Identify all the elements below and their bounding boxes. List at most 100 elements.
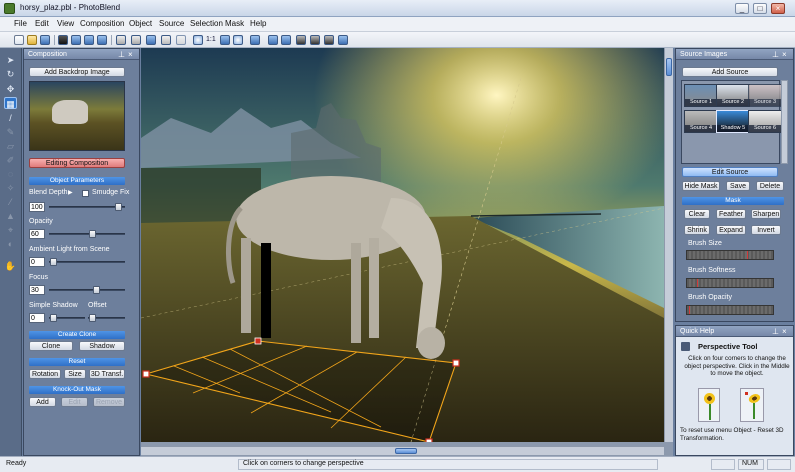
- print-icon[interactable]: [116, 35, 126, 45]
- eraser-tool-icon[interactable]: ▱: [4, 140, 17, 152]
- reset-3d-transform-button[interactable]: 3D Transf.: [89, 369, 125, 379]
- menu-file[interactable]: File: [14, 19, 27, 28]
- simple-shadow-input[interactable]: 0: [29, 313, 45, 323]
- ambient-light-slider[interactable]: [49, 257, 125, 267]
- align-left-icon[interactable]: [268, 35, 278, 45]
- preview-icon[interactable]: [131, 35, 141, 45]
- shadow-offset-slider[interactable]: [88, 313, 125, 323]
- zoom-out-icon[interactable]: [233, 35, 243, 45]
- brush-opacity-slider[interactable]: [686, 305, 774, 315]
- blend-depth-slider[interactable]: [49, 202, 125, 212]
- move-tool-icon[interactable]: ✥: [4, 83, 17, 95]
- menu-view[interactable]: View: [57, 19, 74, 28]
- image-copy-icon[interactable]: [97, 35, 107, 45]
- arrow-tool-icon[interactable]: ➤: [4, 54, 17, 66]
- editing-composition-button[interactable]: Editing Composition: [29, 158, 125, 168]
- smudge-fix-checkbox[interactable]: [82, 190, 89, 197]
- perspective-handle[interactable]: [425, 438, 433, 442]
- pin-icon[interactable]: ⊥: [772, 49, 779, 60]
- hand-tool-icon[interactable]: ✋: [4, 260, 17, 272]
- zoom-1-1-label[interactable]: 1:1: [206, 36, 216, 43]
- menu-edit[interactable]: Edit: [35, 19, 49, 28]
- pin-icon[interactable]: ⊥: [772, 326, 779, 337]
- sharpen-mask-button[interactable]: Sharpen: [751, 209, 781, 219]
- canvas-vertical-scrollbar[interactable]: [664, 48, 673, 442]
- camera-icon[interactable]: [58, 35, 68, 45]
- zoom-fit-icon[interactable]: [220, 35, 230, 45]
- close-icon[interactable]: ×: [128, 49, 133, 60]
- eyedropper-tool-icon[interactable]: ⁄: [4, 196, 17, 208]
- undo-icon[interactable]: [161, 35, 171, 45]
- brush-tool-icon[interactable]: /: [4, 112, 17, 124]
- perspective-tool-icon[interactable]: ▦: [4, 97, 17, 109]
- thumbnails-scrollbar[interactable]: [781, 80, 788, 164]
- move-icon[interactable]: [250, 35, 260, 45]
- perspective-handle[interactable]: [142, 370, 150, 378]
- focus-input[interactable]: 30: [29, 285, 45, 295]
- invert-mask-button[interactable]: Invert: [751, 225, 781, 235]
- save-source-button[interactable]: Save: [726, 181, 750, 191]
- maximize-button[interactable]: □: [753, 3, 767, 14]
- menu-help[interactable]: Help: [250, 19, 266, 28]
- close-icon[interactable]: ×: [782, 326, 787, 337]
- focus-slider[interactable]: [49, 285, 125, 295]
- menu-selection[interactable]: Selection: [190, 19, 223, 28]
- source-thumbnail[interactable]: Source 4: [684, 110, 718, 133]
- simple-shadow-slider[interactable]: [49, 313, 85, 323]
- align-right-icon[interactable]: [281, 35, 291, 45]
- wand-tool-icon[interactable]: ✧: [4, 182, 17, 194]
- image-source-icon[interactable]: [84, 35, 94, 45]
- redo-icon[interactable]: [176, 35, 186, 45]
- menu-composition[interactable]: Composition: [80, 19, 124, 28]
- close-icon[interactable]: ×: [782, 49, 787, 60]
- pin-icon[interactable]: ⊥: [118, 49, 125, 60]
- menu-object[interactable]: Object: [129, 19, 152, 28]
- backdrop-thumbnail[interactable]: [29, 81, 125, 151]
- perspective-handle[interactable]: [254, 337, 262, 345]
- zoom-in-icon[interactable]: [193, 35, 203, 45]
- help-icon[interactable]: [338, 35, 348, 45]
- image-add-icon[interactable]: [71, 35, 81, 45]
- hide-mask-button[interactable]: Hide Mask: [682, 181, 720, 191]
- canvas-horizontal-scrollbar[interactable]: [141, 446, 664, 455]
- layer-top-icon[interactable]: [324, 35, 334, 45]
- clone-button[interactable]: Clone: [29, 341, 73, 351]
- export-icon[interactable]: [146, 35, 156, 45]
- brush-softness-slider[interactable]: [686, 278, 774, 288]
- reset-rotation-button[interactable]: Rotation: [29, 369, 61, 379]
- source-thumbnail-selected[interactable]: Shadow 5: [716, 110, 750, 133]
- menu-source[interactable]: Source: [159, 19, 184, 28]
- clone-tool-icon[interactable]: ⌖: [4, 224, 17, 236]
- vertical-scroll-thumb[interactable]: [666, 58, 672, 76]
- reset-size-button[interactable]: Size: [64, 369, 86, 379]
- add-mask-button[interactable]: Add: [29, 397, 56, 407]
- composition-canvas[interactable]: [141, 48, 664, 442]
- opacity-slider[interactable]: [49, 229, 125, 239]
- edit-mask-button[interactable]: Edit: [61, 397, 88, 407]
- close-button[interactable]: ×: [771, 3, 785, 14]
- open-folder-icon[interactable]: [27, 35, 37, 45]
- shrink-mask-button[interactable]: Shrink: [684, 225, 710, 235]
- source-thumbnail[interactable]: Source 2: [716, 84, 750, 107]
- blur-tool-icon[interactable]: ◐: [4, 238, 17, 250]
- layer-down-icon[interactable]: [310, 35, 320, 45]
- add-backdrop-button[interactable]: Add Backdrop Image: [29, 67, 125, 77]
- menu-mask[interactable]: Mask: [225, 19, 244, 28]
- horizontal-scroll-thumb[interactable]: [395, 448, 417, 454]
- add-source-button[interactable]: Add Source: [682, 67, 778, 77]
- shadow-button[interactable]: Shadow: [79, 341, 125, 351]
- smudge-tool-icon[interactable]: ✐: [4, 154, 17, 166]
- remove-mask-button[interactable]: Remove: [93, 397, 125, 407]
- feather-mask-button[interactable]: Feather: [716, 209, 746, 219]
- delete-source-button[interactable]: Delete: [756, 181, 784, 191]
- source-thumbnail[interactable]: Source 3: [748, 84, 782, 107]
- opacity-input[interactable]: 60: [29, 229, 45, 239]
- lasso-tool-icon[interactable]: ◌: [4, 168, 17, 180]
- rotate-tool-icon[interactable]: ↻: [4, 68, 17, 80]
- layer-up-icon[interactable]: [296, 35, 306, 45]
- perspective-handle[interactable]: [452, 359, 460, 367]
- clear-mask-button[interactable]: Clear: [684, 209, 710, 219]
- new-file-icon[interactable]: [14, 35, 24, 45]
- source-thumbnail[interactable]: Source 6: [748, 110, 782, 133]
- canvas-area[interactable]: [141, 48, 673, 456]
